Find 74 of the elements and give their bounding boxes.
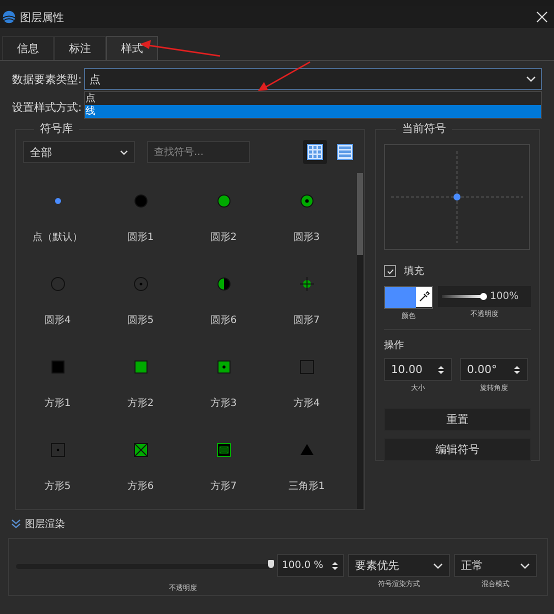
- symbol-item[interactable]: 方形7: [182, 422, 265, 505]
- chevron-down-icon[interactable]: [11, 519, 21, 529]
- dropdown-option[interactable]: 点: [84, 92, 541, 105]
- slider-handle[interactable]: [268, 560, 274, 568]
- annotation-arrow: [258, 61, 310, 91]
- symbol-label: 圆形3: [293, 231, 320, 244]
- symbol-item[interactable]: 圆形2: [182, 173, 265, 256]
- symbol-label: 方形2: [127, 396, 154, 410]
- symbol-item[interactable]: 圆形5: [99, 256, 182, 339]
- section-title: 操作: [384, 339, 405, 352]
- symbol-label: 三角形1: [288, 480, 325, 493]
- spin-field[interactable]: 10.00: [384, 358, 452, 381]
- render-mode-dropdown[interactable]: 要素优先: [348, 554, 450, 577]
- spinner-arrows-icon: [331, 560, 339, 572]
- symbol-label: 圆形7: [293, 314, 320, 327]
- blend-mode-dropdown[interactable]: 正常: [454, 554, 537, 577]
- symbol-item[interactable]: 方形4: [265, 339, 348, 422]
- symbol-item[interactable]: 圆形4: [16, 256, 99, 339]
- symbol-item[interactable]: 方形1: [16, 339, 99, 422]
- spin-field[interactable]: 0.00°: [460, 358, 528, 381]
- chevron-down-icon: [120, 150, 128, 154]
- action-button[interactable]: 编辑符号: [384, 438, 531, 461]
- panel-title: 当前符号: [396, 123, 452, 135]
- symbol-label: 圆形6: [210, 314, 237, 327]
- symbol-label: 方形7: [210, 480, 237, 493]
- color-picker[interactable]: [384, 286, 433, 309]
- chevron-down-icon: [520, 562, 530, 568]
- opacity-spin-field[interactable]: 100.0 %: [277, 554, 344, 577]
- symbol-item[interactable]: 点（默认）: [16, 173, 99, 256]
- chevron-down-icon: [526, 76, 536, 82]
- section-title: 图层渲染: [25, 518, 65, 531]
- symbol-item[interactable]: 三角形1: [265, 422, 348, 505]
- feature-type-dropdown[interactable]: 点: [84, 68, 542, 90]
- symbol-label: 方形6: [127, 480, 154, 493]
- check-icon: [386, 266, 394, 276]
- field-label: 设置样式方式:: [12, 100, 82, 114]
- symbol-label: 方形1: [44, 396, 71, 410]
- symbol-label: 方形5: [44, 480, 71, 493]
- symbol-label: 方形4: [293, 396, 320, 410]
- symbol-item[interactable]: 圆形3: [265, 173, 348, 256]
- symbol-item[interactable]: 方形6: [99, 422, 182, 505]
- symbol-item[interactable]: 圆形6: [182, 256, 265, 339]
- tab[interactable]: 样式: [106, 36, 158, 60]
- checkbox[interactable]: [384, 265, 396, 277]
- symbol-label: 圆形1: [127, 231, 154, 244]
- tab[interactable]: 信息: [2, 36, 54, 60]
- symbol-item[interactable]: 圆形7: [265, 256, 348, 339]
- close-icon[interactable]: [536, 11, 548, 23]
- window-title: 图层属性: [20, 10, 65, 24]
- symbol-item[interactable]: 方形2: [99, 339, 182, 422]
- search-field[interactable]: 查找符号...: [147, 141, 250, 163]
- opacity-value: 100%: [490, 291, 519, 302]
- dropdown-option[interactable]: 线: [84, 105, 541, 118]
- symbol-label: 点（默认）: [32, 230, 82, 244]
- symbol-item[interactable]: 方形3: [182, 339, 265, 422]
- symbol-label: 圆形5: [127, 314, 154, 327]
- action-button[interactable]: 重置: [384, 408, 531, 431]
- spinner-arrows-icon: [513, 364, 521, 376]
- symbol-label: 圆形4: [44, 314, 71, 327]
- eyedropper-icon: [416, 287, 432, 307]
- symbol-label: 圆形2: [210, 231, 237, 244]
- spinner-arrows-icon: [437, 364, 445, 376]
- opacity-control[interactable]: 100%: [438, 286, 531, 307]
- category-dropdown[interactable]: 全部: [23, 141, 135, 163]
- scrollbar[interactable]: [357, 173, 363, 509]
- chevron-down-icon: [433, 562, 443, 568]
- checkbox-label: 填充: [404, 264, 424, 278]
- symbol-label: 方形3: [210, 396, 237, 410]
- symbol-item[interactable]: 圆形1: [99, 173, 182, 256]
- field-label: 数据要素类型:: [12, 72, 82, 86]
- symbol-item[interactable]: 方形5: [16, 422, 99, 505]
- grid-view-button[interactable]: [303, 140, 327, 164]
- panel-title: 符号库: [34, 123, 79, 135]
- tab[interactable]: 标注: [54, 36, 106, 60]
